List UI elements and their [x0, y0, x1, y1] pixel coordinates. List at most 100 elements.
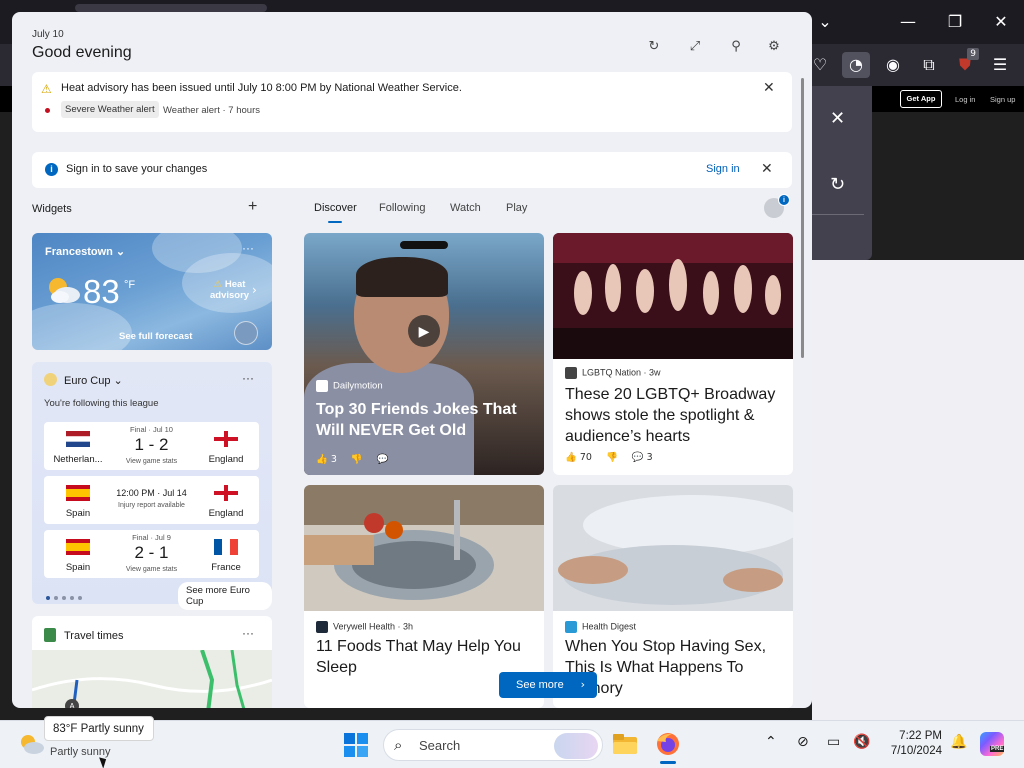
- like-icon[interactable]: 👍 3: [316, 454, 337, 465]
- match-sub[interactable]: Injury report available: [104, 502, 199, 509]
- home-team: Netherlan...: [53, 454, 103, 465]
- search-highlight-image[interactable]: [554, 733, 598, 759]
- traffic-map[interactable]: A: [32, 650, 272, 708]
- sign-in-link[interactable]: Sign in: [706, 163, 740, 175]
- chevron-right-icon[interactable]: ›: [252, 283, 257, 297]
- france-flag-icon: [214, 539, 238, 555]
- sound-icon[interactable]: 🔇: [853, 734, 870, 750]
- dislike-icon[interactable]: 👎: [606, 452, 618, 463]
- minimize-icon[interactable]: —: [893, 8, 923, 36]
- extension-active-icon[interactable]: ◔: [842, 52, 870, 78]
- close-icon[interactable]: ✕: [830, 108, 845, 129]
- copilot-icon[interactable]: [980, 732, 1004, 756]
- account-icon[interactable]: ◉: [879, 52, 907, 78]
- euro-subtitle: You're following this league: [44, 398, 159, 409]
- firefox-icon[interactable]: [654, 731, 682, 757]
- settings-icon[interactable]: ⚙: [763, 36, 785, 58]
- news-headline[interactable]: Top 30 Friends Jokes That Will NEVER Get…: [316, 399, 534, 441]
- scrollbar[interactable]: [801, 78, 804, 358]
- refresh-icon[interactable]: ↻: [830, 174, 845, 195]
- carousel-dots[interactable]: [46, 587, 86, 605]
- more-icon[interactable]: ···: [242, 626, 254, 640]
- chevron-up-icon[interactable]: ⌃: [765, 734, 777, 750]
- more-icon[interactable]: ···: [242, 371, 254, 385]
- news-source: LGBTQ Nation · 3w: [565, 367, 661, 379]
- news-headline[interactable]: When You Stop Having Sex, This Is What H…: [565, 636, 783, 699]
- temperature-unit: °F: [124, 279, 136, 291]
- expand-icon[interactable]: ⤢: [684, 36, 706, 58]
- match-sub[interactable]: View game stats: [104, 458, 199, 465]
- heat-advisory[interactable]: ⚠ Heat advisory: [210, 279, 249, 301]
- pin-icon[interactable]: ⚲: [725, 36, 747, 58]
- get-app-button[interactable]: Get App: [900, 90, 942, 108]
- match-status: Final · Jul 9: [132, 533, 171, 542]
- story-image: [304, 485, 544, 611]
- restore-icon[interactable]: ❐: [940, 8, 970, 36]
- browser-tab[interactable]: [75, 4, 267, 12]
- comment-icon[interactable]: 💬: [377, 454, 389, 465]
- match-card[interactable]: Netherlan... Final · Jul 10 1 - 2 View g…: [44, 422, 259, 470]
- news-source: Dailymotion: [316, 380, 383, 392]
- widgets-heading: Widgets: [32, 203, 72, 215]
- file-explorer-icon[interactable]: [611, 731, 639, 757]
- chevron-down-icon[interactable]: ⌄: [810, 8, 840, 36]
- see-more-button[interactable]: See more ›: [499, 672, 597, 698]
- log-in-link[interactable]: Log in: [955, 95, 975, 104]
- clock[interactable]: 7:22 PM 7/10/2024: [880, 729, 942, 759]
- close-icon[interactable]: ✕: [986, 8, 1016, 36]
- lgbtq-nation-logo-icon: [565, 367, 577, 379]
- radar-thumbnail[interactable]: [234, 321, 258, 345]
- tab-watch[interactable]: Watch: [450, 202, 481, 214]
- add-widget-button[interactable]: +: [248, 198, 257, 216]
- weather-alert[interactable]: ⚠ Heat advisory has been issued until Ju…: [32, 72, 792, 132]
- weather-location[interactable]: Francestown ⌄: [45, 245, 125, 258]
- greeting: Good evening: [32, 44, 132, 61]
- see-full-forecast-link[interactable]: See full forecast: [119, 331, 192, 342]
- display-icon[interactable]: ▭: [827, 734, 840, 750]
- close-icon[interactable]: ✕: [761, 161, 773, 177]
- away-team: England: [208, 454, 244, 465]
- health-digest-logo-icon: [565, 621, 577, 633]
- search-placeholder: Search: [419, 738, 461, 753]
- windows-start-icon[interactable]: [344, 733, 368, 757]
- see-more-euro-cup-button[interactable]: See more Euro Cup: [178, 582, 272, 610]
- sign-up-link[interactable]: Sign up: [990, 95, 1015, 104]
- partly-sunny-icon[interactable]: [18, 733, 44, 755]
- travel-title: Travel times: [64, 630, 124, 642]
- like-icon[interactable]: 👍 70: [565, 452, 592, 463]
- play-icon[interactable]: ▶: [408, 315, 440, 347]
- away-team: England: [208, 508, 244, 519]
- close-icon[interactable]: ✕: [763, 80, 775, 96]
- network-off-icon[interactable]: ⊘: [797, 734, 809, 750]
- menu-icon[interactable]: ☰: [986, 52, 1014, 78]
- news-card[interactable]: ▶ Dailymotion Top 30 Friends Jokes That …: [304, 233, 544, 475]
- match-card[interactable]: Spain 12:00 PM · Jul 14 Injury report av…: [44, 476, 259, 524]
- news-source: Verywell Health · 3h: [316, 621, 413, 633]
- tab-play[interactable]: Play: [506, 202, 527, 214]
- comment-icon[interactable]: 💬 3: [632, 452, 653, 463]
- home-team: Spain: [65, 562, 91, 573]
- alert-tag: Severe Weather alert: [61, 101, 159, 118]
- story-image: [553, 485, 793, 611]
- ublock-icon[interactable]: ⛊ 9: [951, 48, 979, 78]
- dislike-icon[interactable]: 👎: [351, 454, 363, 465]
- match-card[interactable]: Spain Final · Jul 9 2 - 1 View game stat…: [44, 530, 259, 578]
- tab-discover[interactable]: Discover: [314, 202, 357, 214]
- match-sub[interactable]: View game stats: [104, 566, 199, 573]
- refresh-icon[interactable]: ↻: [643, 36, 665, 58]
- divider: [812, 214, 864, 215]
- notification-bell-icon[interactable]: 🔔: [950, 734, 967, 750]
- tab-following[interactable]: Following: [379, 202, 425, 214]
- active-app-indicator: [660, 761, 676, 764]
- search-icon: ⌕: [394, 736, 403, 754]
- taskbar-search[interactable]: ⌕ Search: [383, 729, 603, 761]
- news-card[interactable]: LGBTQ Nation · 3w These 20 LGBTQ+ Broadw…: [553, 233, 793, 475]
- euro-cup-title[interactable]: Euro Cup ⌄: [64, 374, 123, 387]
- info-icon: i: [45, 163, 58, 176]
- extensions-icon[interactable]: ⧉: [915, 52, 943, 78]
- england-flag-icon: [214, 485, 238, 501]
- news-headline[interactable]: These 20 LGBTQ+ Broadway shows stole the…: [565, 384, 783, 447]
- weather-widget[interactable]: Francestown ⌄ ··· 83 °F ⚠ Heat advisory …: [32, 233, 272, 350]
- more-icon[interactable]: ···: [242, 241, 254, 255]
- preview-badge: PRE: [990, 746, 1005, 752]
